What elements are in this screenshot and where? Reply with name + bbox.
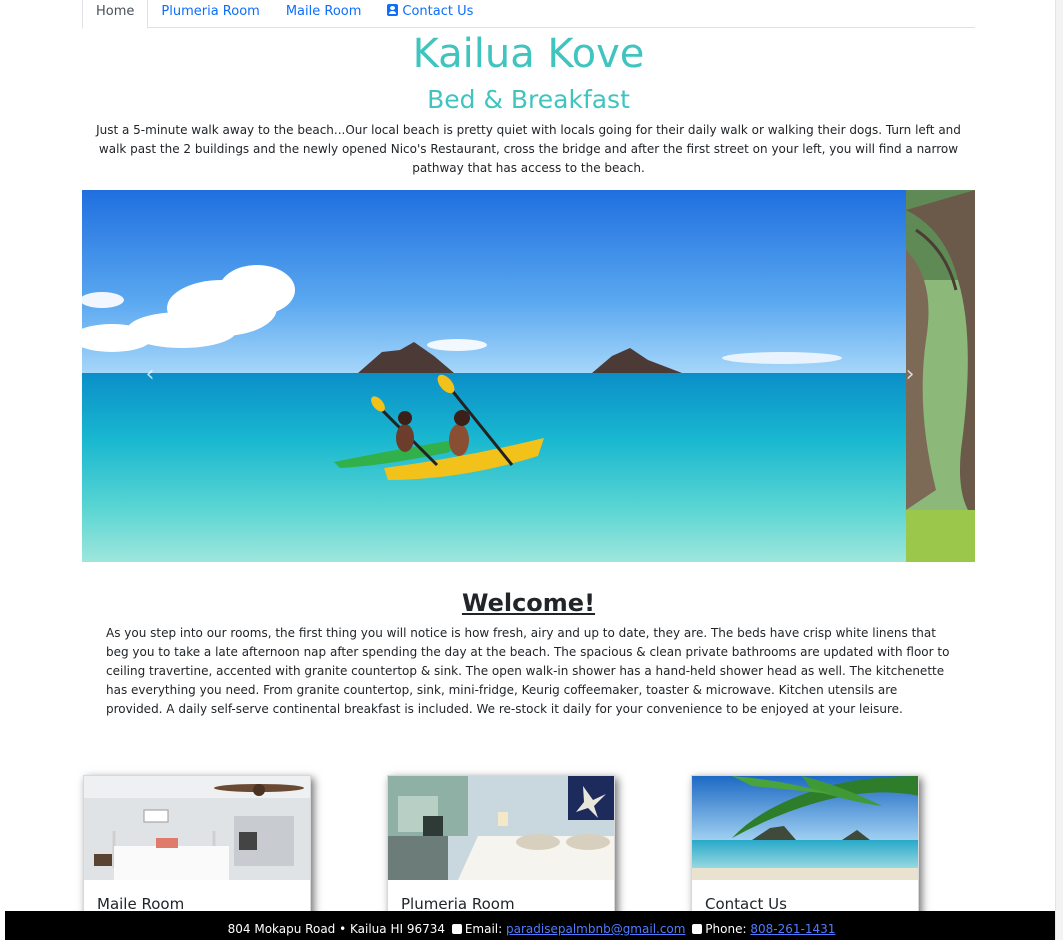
contact-us-image xyxy=(692,776,918,880)
site-subtitle: Bed & Breakfast xyxy=(427,85,630,114)
envelope-icon xyxy=(451,924,462,934)
card-maile-room-title: Maile Room xyxy=(97,895,185,913)
plumeria-room-image xyxy=(388,776,614,880)
site-title: Kailua Kove xyxy=(412,31,645,77)
chevron-right-icon: › xyxy=(905,362,915,387)
card-contact-us-title: Contact Us xyxy=(705,895,787,913)
footer-phone-label: Phone: xyxy=(705,922,747,936)
tab-contact-us-label: Contact Us xyxy=(402,4,474,19)
carousel-slide-kayakers: ‹ xyxy=(82,190,906,562)
card-contact-us[interactable]: Contact Us xyxy=(691,775,919,925)
tab-contact-us[interactable]: Contact Us xyxy=(374,0,486,28)
maile-room-image xyxy=(84,776,310,880)
vertical-scrollbar[interactable] xyxy=(1055,0,1063,940)
nav-tabs: Home Plumeria Room Maile Room Contact Us xyxy=(82,0,975,29)
footer-address: 804 Mokapu Road • Kailua HI 96734 xyxy=(227,922,446,936)
contact-card-icon xyxy=(387,4,399,16)
tab-maile-room[interactable]: Maile Room xyxy=(273,0,375,28)
footer-email-label: Email: xyxy=(464,922,503,936)
card-plumeria-room[interactable]: Plumeria Room xyxy=(387,775,615,925)
tab-plumeria-room[interactable]: Plumeria Room xyxy=(148,0,272,28)
tab-home-label: Home xyxy=(96,4,135,19)
intro-text: Just a 5-minute walk away to the beach..… xyxy=(96,123,961,175)
card-maile-room[interactable]: Maile Room xyxy=(83,775,311,925)
phone-icon xyxy=(692,924,703,934)
carousel-next-button[interactable]: › xyxy=(900,362,920,388)
carousel-prev-button[interactable]: ‹ xyxy=(140,362,160,388)
tab-plumeria-room-label: Plumeria Room xyxy=(161,4,260,19)
tab-maile-room-label: Maile Room xyxy=(285,4,362,19)
footer: 804 Mokapu Road • Kailua HI 96734 Email:… xyxy=(5,911,1058,940)
welcome-heading: Welcome! xyxy=(461,589,596,617)
chevron-left-icon: ‹ xyxy=(145,362,155,387)
footer-email-link[interactable]: paradisepalmbnb@gmail.com xyxy=(506,922,685,936)
footer-phone-link[interactable]: 808-261-1431 xyxy=(750,922,835,936)
card-plumeria-room-title: Plumeria Room xyxy=(401,895,515,913)
tab-home[interactable]: Home xyxy=(82,0,149,29)
image-carousel: ‹ › xyxy=(82,190,975,562)
welcome-text: As you step into our rooms, the first th… xyxy=(106,626,950,716)
